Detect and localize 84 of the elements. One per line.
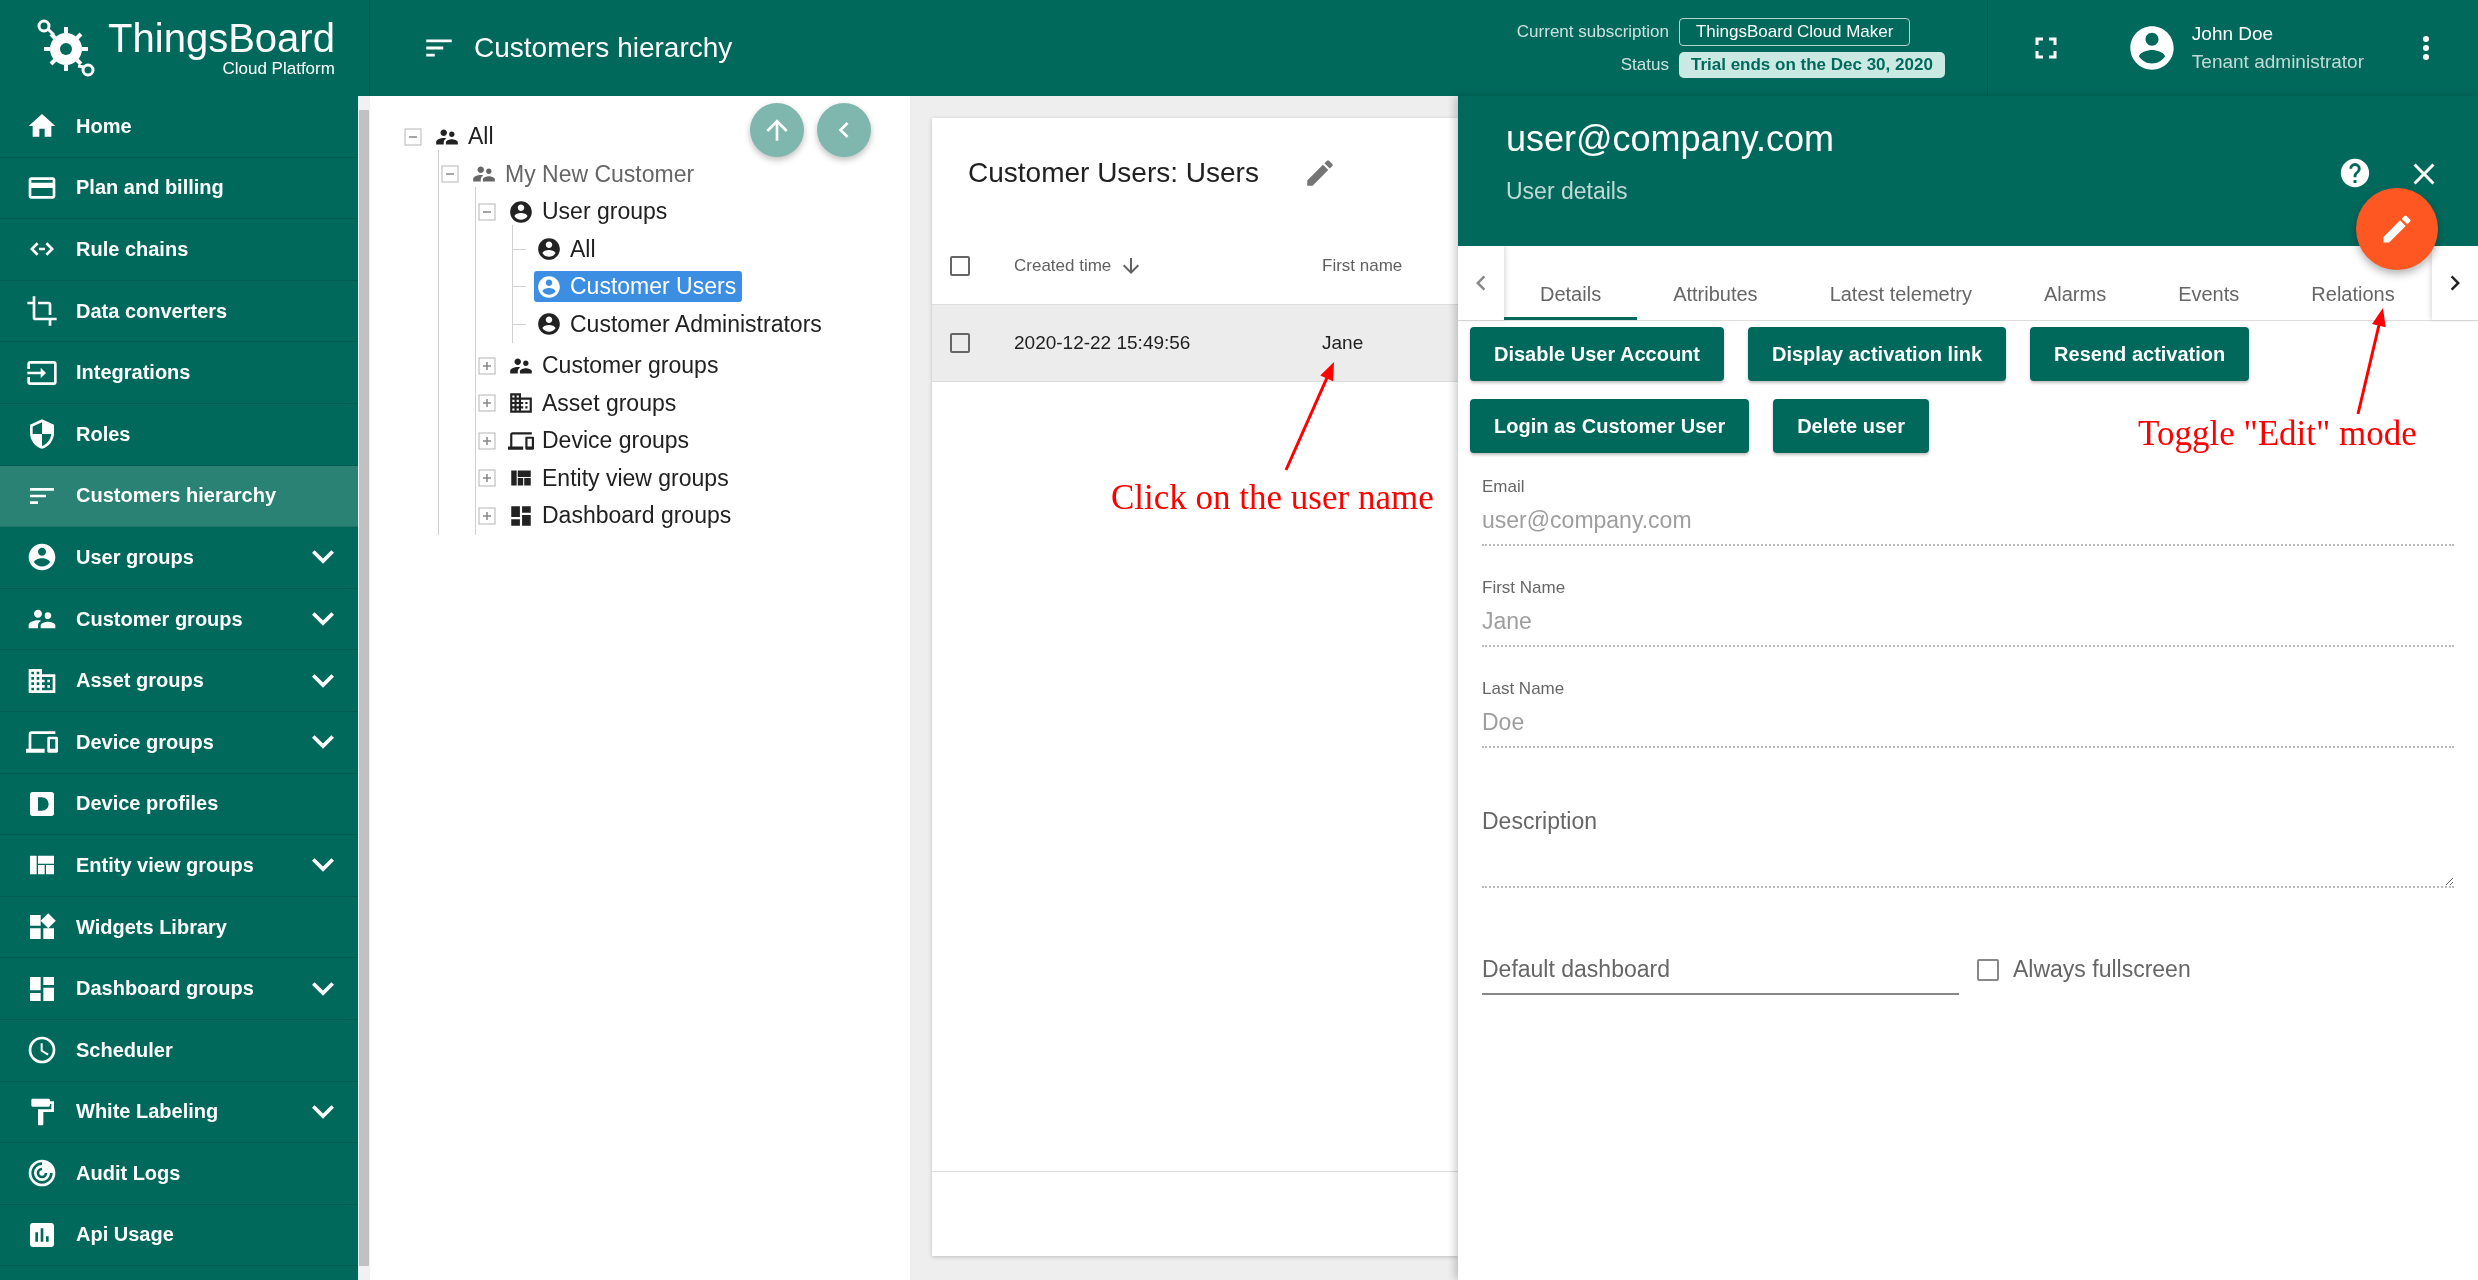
person-icon (536, 236, 562, 263)
expand-icon[interactable] (478, 506, 496, 525)
tree-node[interactable]: User groups (506, 196, 674, 228)
action-button[interactable]: Delete user (1773, 399, 1929, 453)
checkbox[interactable] (950, 333, 970, 353)
up-button[interactable] (750, 103, 804, 157)
action-button[interactable]: Display activation link (1748, 327, 2007, 381)
table-row[interactable]: 2020-12-22 15:49:56 Jane (932, 305, 1458, 382)
action-button[interactable]: Disable User Account (1470, 327, 1724, 381)
tree-node[interactable]: Customer Administrators (534, 308, 828, 340)
checkbox[interactable] (1977, 958, 1999, 981)
tree-node[interactable]: All (534, 233, 602, 265)
collapse-icon[interactable] (441, 165, 459, 184)
status-label: Status (1620, 55, 1669, 75)
checkbox-label: Always fullscreen (2013, 956, 2191, 983)
sidebar-item[interactable]: Device profiles (0, 773, 358, 836)
sidebar-item[interactable]: Entity view groups (0, 835, 358, 897)
tab[interactable]: Relations (2275, 272, 2431, 320)
person-icon (536, 273, 562, 300)
tree-node[interactable]: All (432, 121, 500, 153)
tree-node[interactable]: Device groups (506, 425, 696, 457)
status-badge: Trial ends on the Dec 30, 2020 (1678, 52, 1945, 78)
expand-icon[interactable] (478, 431, 496, 450)
collapse-icon[interactable] (478, 202, 496, 221)
column-header[interactable]: Created time (1014, 256, 1112, 276)
action-button[interactable]: Login as Customer User (1470, 399, 1750, 453)
details-title: user@company.com (1506, 118, 1835, 160)
tree-node[interactable]: My New Customer (469, 158, 701, 190)
tree-node[interactable]: Asset groups (506, 387, 683, 419)
sidebar-item[interactable]: Customers hierarchy (0, 465, 358, 528)
crop-icon (26, 295, 58, 328)
sidebar-item[interactable]: Audit Logs (0, 1143, 358, 1205)
field-label: Last Name (1482, 679, 1566, 699)
tree-node[interactable]: Dashboard groups (506, 500, 738, 532)
tree-node[interactable]: Customer groups (506, 350, 725, 382)
tab[interactable]: Details (1504, 272, 1638, 320)
sidebar-item[interactable]: Plan and billing (0, 157, 358, 220)
collapse-button[interactable] (817, 103, 871, 157)
help-icon[interactable] (2338, 156, 2372, 190)
table-cell-text: Jane (1322, 332, 1365, 354)
tab[interactable]: Latest telemetry (1793, 272, 2008, 320)
sidebar-item[interactable]: Roles (0, 403, 358, 466)
tab[interactable]: Alarms (2007, 272, 2143, 320)
action-button[interactable]: Resend activation (2030, 327, 2250, 381)
logo-subtitle: Cloud Platform (222, 59, 335, 79)
edit-button[interactable] (2356, 188, 2438, 270)
plan-badge[interactable]: ThingsBoard Cloud Maker (1678, 18, 1911, 46)
sidebar-item[interactable]: Widgets Library (0, 896, 358, 959)
expand-icon[interactable] (478, 394, 496, 413)
expand-icon[interactable] (478, 469, 496, 488)
sidebar-item[interactable]: Dashboard groups (0, 958, 358, 1020)
sidebar-item[interactable]: Integrations (0, 342, 358, 404)
user-role: Tenant administrator (2191, 51, 2364, 73)
annotation-text: Toggle "Edit" mode (2138, 414, 2417, 454)
logo-name: ThingsBoard (108, 17, 335, 59)
user-name: John Doe (2191, 23, 2275, 45)
page-title: Customers hierarchy (474, 32, 733, 64)
sidebar-item[interactable]: Asset groups (0, 650, 358, 712)
person-icon (508, 198, 534, 225)
scrollbar-thumb[interactable] (359, 110, 369, 1266)
annotation-text: Click on the user name (1111, 478, 1434, 518)
table-title: Customer Users: Users (968, 157, 1259, 189)
collapse-icon[interactable] (404, 127, 422, 146)
subscription-label: Current subscription (1516, 22, 1669, 42)
table-cell-text: 2020-12-22 15:49:56 (1014, 332, 1192, 354)
sidebar-item[interactable]: Scheduler (0, 1019, 358, 1082)
details-subtitle: User details (1506, 178, 1629, 205)
sidebar-item[interactable]: Home (0, 96, 358, 158)
checkbox[interactable] (950, 256, 970, 276)
sidebar-item[interactable]: Customer groups (0, 588, 358, 651)
description-field[interactable]: Description (1482, 808, 2454, 888)
field-label: First Name (1482, 578, 1567, 598)
person-icon (536, 311, 562, 338)
tab[interactable]: Events (2142, 272, 2276, 320)
tree-node[interactable]: Entity view groups (506, 462, 735, 494)
sidebar-item[interactable]: Api Usage (0, 1204, 358, 1267)
column-header[interactable]: First name (1322, 256, 1403, 276)
expand-icon[interactable] (478, 356, 496, 375)
tab[interactable]: Attributes (1637, 272, 1794, 320)
sidebar-item[interactable]: White Labeling (0, 1081, 358, 1144)
tree-node[interactable]: Customer Users (534, 271, 743, 303)
field-label: Email (1482, 477, 1526, 497)
sidebar-item[interactable]: Device groups (0, 711, 358, 774)
sidebar-item[interactable]: User groups (0, 527, 358, 589)
